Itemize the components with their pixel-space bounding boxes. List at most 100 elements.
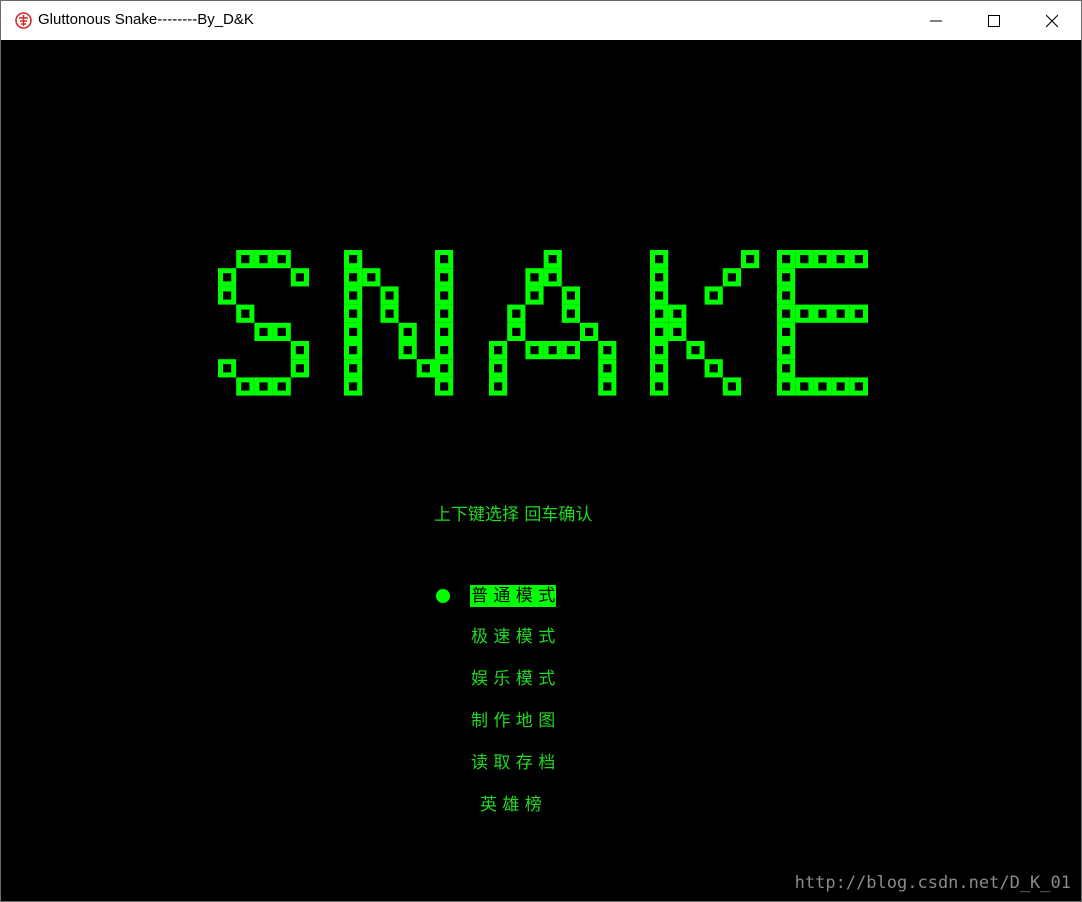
logo-block <box>777 250 796 269</box>
logo-block <box>416 359 435 378</box>
menu-item-normal-mode[interactable]: 普 通 模 式 <box>470 585 557 607</box>
logo-block <box>489 341 508 360</box>
logo-block <box>218 286 237 305</box>
logo-block <box>435 341 454 360</box>
menu-item-load-save[interactable]: 读 取 存 档 <box>471 752 555 774</box>
logo-block <box>831 304 850 323</box>
logo-block <box>650 359 669 378</box>
logo-block <box>795 250 814 269</box>
logo-block <box>650 250 669 269</box>
logo-block <box>777 341 796 360</box>
logo-block <box>272 322 291 341</box>
logo-block <box>507 304 526 323</box>
logo-block <box>344 377 363 396</box>
logo-block <box>489 377 508 396</box>
menu-item-map-editor[interactable]: 制 作 地 图 <box>471 710 555 732</box>
logo-block <box>777 377 796 396</box>
title-bar[interactable]: Gluttonous Snake--------By_D&K <box>1 1 1081 40</box>
logo-block <box>777 268 796 287</box>
logo-block <box>650 304 669 323</box>
logo-block <box>218 268 237 287</box>
logo-block <box>668 304 687 323</box>
maximize-icon <box>988 14 1000 27</box>
logo-block <box>777 286 796 305</box>
logo-block <box>561 304 580 323</box>
game-canvas: 上下键选择 回车确认 普 通 模 式 极 速 模 式 娱 乐 模 式 制 作 地… <box>1 40 1081 901</box>
logo-block <box>254 250 273 269</box>
logo-block <box>813 304 832 323</box>
controls-hint: 上下键选择 回车确认 <box>434 505 593 525</box>
logo-block <box>398 322 417 341</box>
logo-block <box>704 359 723 378</box>
close-button[interactable] <box>1023 1 1081 40</box>
logo-block <box>435 286 454 305</box>
logo-block <box>543 250 562 269</box>
logo-block <box>236 250 255 269</box>
logo-block <box>525 341 544 360</box>
logo-block <box>344 268 363 287</box>
logo-block <box>813 377 832 396</box>
logo-block <box>398 341 417 360</box>
logo-block <box>831 250 850 269</box>
logo-block <box>435 377 454 396</box>
watermark: http://blog.csdn.net/D_K_01 <box>794 873 1071 893</box>
logo-block <box>236 304 255 323</box>
logo-block <box>290 359 309 378</box>
app-icon <box>15 12 32 29</box>
logo-block <box>795 304 814 323</box>
logo-block <box>272 377 291 396</box>
logo-block <box>650 322 669 341</box>
menu-item-speed-mode[interactable]: 极 速 模 式 <box>471 626 555 648</box>
logo-block <box>543 341 562 360</box>
logo-block <box>650 268 669 287</box>
logo-block <box>254 322 273 341</box>
logo-block <box>686 341 705 360</box>
logo-block <box>236 377 255 396</box>
logo-block <box>344 359 363 378</box>
logo-block <box>507 322 526 341</box>
logo-block <box>290 268 309 287</box>
logo-block <box>344 341 363 360</box>
logo-block <box>580 322 599 341</box>
maximize-button[interactable] <box>965 1 1023 40</box>
logo-block <box>704 286 723 305</box>
menu-item-fun-mode[interactable]: 娱 乐 模 式 <box>471 668 555 690</box>
logo-block <box>722 377 741 396</box>
logo-block <box>525 268 544 287</box>
logo-block <box>668 322 687 341</box>
window-title: Gluttonous Snake--------By_D&K <box>38 11 254 28</box>
logo-block <box>795 377 814 396</box>
logo-block <box>777 322 796 341</box>
logo-block <box>435 250 454 269</box>
logo-block <box>849 377 868 396</box>
logo-block <box>435 268 454 287</box>
logo-block <box>254 377 273 396</box>
logo-block <box>272 250 291 269</box>
logo-block <box>650 341 669 360</box>
logo-block <box>344 304 363 323</box>
logo-block <box>489 359 508 378</box>
logo-block <box>344 286 363 305</box>
logo-block <box>777 359 796 378</box>
logo-block <box>650 286 669 305</box>
logo-block <box>344 250 363 269</box>
logo-block <box>380 304 399 323</box>
logo-block <box>849 250 868 269</box>
logo-block <box>290 341 309 360</box>
logo-block <box>741 250 760 269</box>
logo-block <box>435 304 454 323</box>
logo-block <box>525 286 544 305</box>
logo-block <box>650 377 669 396</box>
logo-block <box>813 250 832 269</box>
logo-block <box>380 286 399 305</box>
logo-block <box>561 286 580 305</box>
minimize-icon <box>930 20 942 21</box>
logo-block <box>362 268 381 287</box>
logo-block <box>849 304 868 323</box>
logo-block <box>561 341 580 360</box>
logo-block <box>598 377 617 396</box>
close-icon <box>1046 14 1058 27</box>
menu-item-leaderboard[interactable]: 英 雄 榜 <box>480 794 542 816</box>
logo-block <box>435 359 454 378</box>
minimize-button[interactable] <box>907 1 965 40</box>
